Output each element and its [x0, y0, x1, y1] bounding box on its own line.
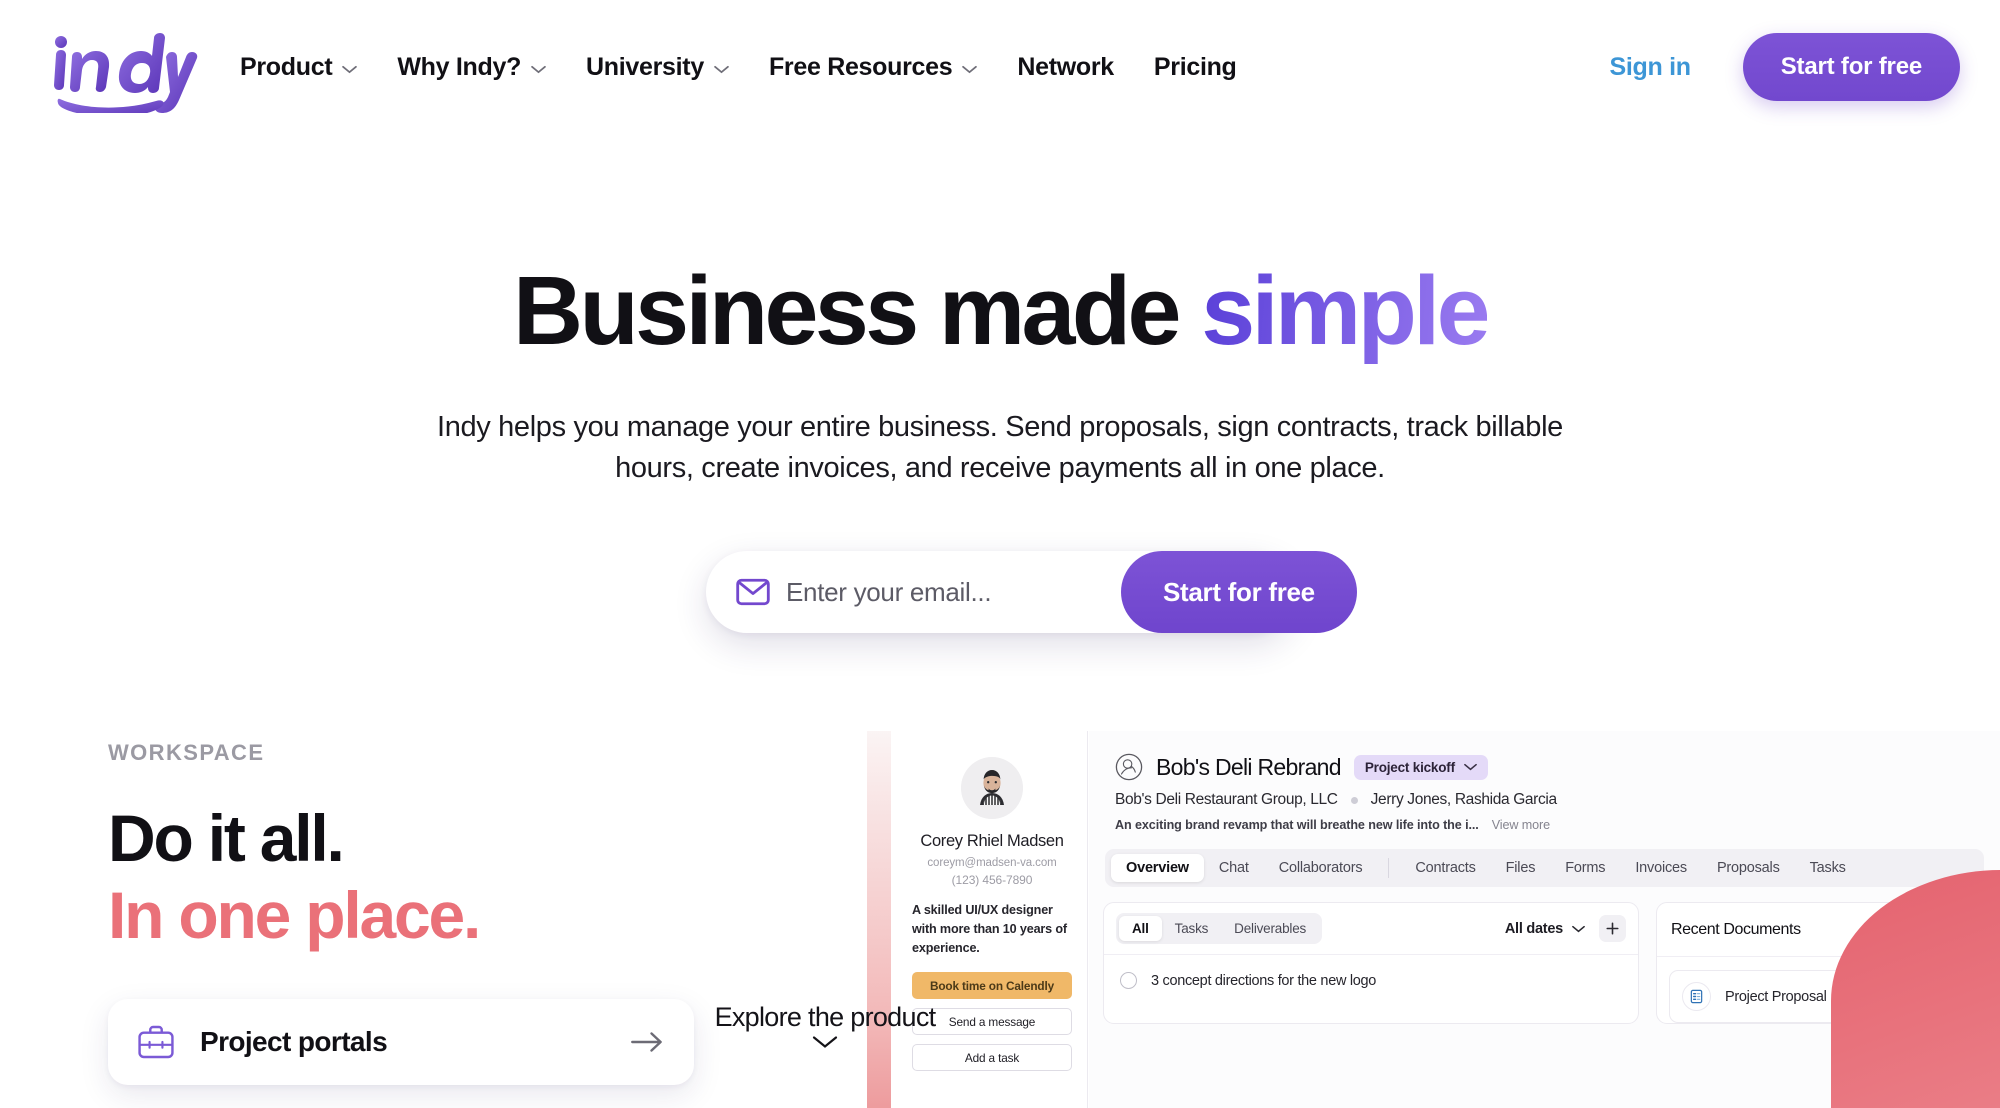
document-glyph-icon	[1690, 989, 1703, 1004]
tab-collaborators[interactable]: Collaborators	[1264, 854, 1378, 882]
product-screenshot-mockup: Corey Rhiel Madsen coreym@madsen-va.com …	[867, 731, 2000, 1108]
workspace-heading: Do it all. In one place.	[108, 800, 748, 953]
book-calendly-button[interactable]: Book time on Calendly	[912, 972, 1072, 1000]
profile-name: Corey Rhiel Madsen	[920, 832, 1064, 850]
project-title: Bob's Deli Rebrand	[1156, 753, 1342, 780]
explore-the-product-label: Explore the product	[714, 1002, 937, 1032]
segment-tasks[interactable]: Tasks	[1162, 916, 1222, 941]
nav-item-label: University	[586, 52, 704, 81]
view-more-link[interactable]: View more	[1492, 818, 1550, 832]
hero-heading: Business made simple	[0, 259, 2000, 363]
plus-icon	[1606, 922, 1619, 935]
nav-item-label: Network	[1017, 52, 1114, 81]
task-checkbox-icon[interactable]	[1120, 972, 1137, 989]
tasks-filter-row: All Tasks Deliverables All dates	[1104, 903, 1638, 955]
profile-bio: A skilled UI/UX designer with more than …	[912, 903, 1067, 956]
chevron-down-icon	[812, 1036, 838, 1048]
tab-invoices[interactable]: Invoices	[1620, 854, 1702, 882]
avatar-illustration	[961, 757, 1023, 819]
profile-phone: (123) 456-7890	[951, 873, 1033, 887]
project-portals-label: Project portals	[200, 1026, 388, 1058]
nav-item-label: Product	[240, 52, 333, 81]
chevron-down-icon	[714, 65, 729, 73]
dot-separator-icon	[1350, 796, 1358, 804]
tab-forms[interactable]: Forms	[1550, 854, 1620, 882]
avatar	[961, 757, 1023, 819]
document-icon	[1682, 982, 1711, 1011]
project-status-label: Project kickoff	[1364, 759, 1455, 775]
task-row[interactable]: 3 concept directions for the new logo	[1104, 955, 1638, 999]
workspace-section: WORKSPACE Do it all. In one place. Proje…	[108, 740, 748, 1086]
briefcase-icon	[138, 1025, 174, 1059]
start-for-free-button[interactable]: Start for free	[1742, 33, 1960, 101]
sign-in-link[interactable]: Sign in	[1610, 53, 1692, 82]
email-signup-form: Start for free	[706, 551, 1357, 634]
nav-item-university[interactable]: University	[586, 53, 729, 82]
project-status-badge[interactable]: Project kickoff	[1353, 754, 1488, 780]
tab-contracts[interactable]: Contracts	[1400, 854, 1490, 882]
explore-the-product-overlay[interactable]: Explore the product	[705, 1002, 945, 1054]
tab-tasks[interactable]: Tasks	[1795, 854, 1861, 882]
chevron-down-icon	[531, 65, 546, 73]
task-label: 3 concept directions for the new logo	[1151, 972, 1377, 989]
tasks-segment-control: All Tasks Deliverables	[1116, 913, 1323, 944]
indy-logo[interactable]	[42, 21, 198, 113]
tab-proposals[interactable]: Proposals	[1702, 854, 1795, 882]
project-description: An exciting brand revamp that will breat…	[1115, 818, 1479, 832]
date-filter-dropdown[interactable]: All dates	[1505, 921, 1585, 937]
hero-heading-plain: Business made	[513, 256, 1202, 365]
workspace-eyebrow: WORKSPACE	[108, 740, 265, 765]
nav-item-product[interactable]: Product	[240, 52, 358, 82]
chevron-down-icon	[1464, 763, 1477, 771]
nav-item-label: Free Resources	[768, 52, 953, 81]
project-subheader: Bob's Deli Restaurant Group, LLC Jerry J…	[1115, 791, 1974, 809]
project-people: Jerry Jones, Rashida Garcia	[1370, 791, 1557, 808]
landing-page: Product Why Indy? University Free Resour…	[0, 0, 2000, 1108]
project-company: Bob's Deli Restaurant Group, LLC	[1115, 791, 1338, 808]
nav-item-why-indy[interactable]: Why Indy?	[397, 53, 546, 82]
date-filter-label: All dates	[1504, 920, 1563, 937]
nav-links: Product Why Indy? University Free Resour…	[240, 53, 1237, 82]
nav-actions: Sign in Start for free	[1610, 33, 1960, 101]
nav-item-pricing[interactable]: Pricing	[1154, 53, 1237, 82]
add-task-icon-button[interactable]	[1599, 915, 1626, 942]
nav-item-label: Pricing	[1153, 52, 1237, 81]
project-portals-card[interactable]: Project portals	[108, 999, 694, 1086]
nav-item-label: Why Indy?	[397, 52, 522, 81]
tab-overview[interactable]: Overview	[1111, 854, 1204, 882]
profile-email: coreym@madsen-va.com	[927, 857, 1057, 869]
segment-all[interactable]: All	[1119, 916, 1162, 941]
chevron-down-icon	[962, 65, 978, 73]
envelope-icon	[736, 578, 770, 606]
chevron-down-icon	[1572, 925, 1585, 932]
segment-deliverables[interactable]: Deliverables	[1221, 916, 1319, 941]
recent-documents-title: Recent Documents	[1671, 920, 1801, 938]
tab-files[interactable]: Files	[1491, 854, 1551, 882]
hero-section: Business made simple Indy helps you mana…	[0, 134, 2000, 634]
hero-submit-button[interactable]: Start for free	[1121, 551, 1357, 634]
tab-divider	[1388, 858, 1390, 878]
workspace-heading-line2: In one place.	[108, 877, 481, 952]
project-description-row: An exciting brand revamp that will breat…	[1115, 818, 1974, 832]
email-input[interactable]	[770, 551, 1121, 634]
nav-item-free-resources[interactable]: Free Resources	[768, 52, 978, 82]
project-avatar-icon	[1115, 753, 1143, 781]
workspace-heading-line1: Do it all.	[108, 801, 345, 875]
arrow-right-icon	[631, 1032, 662, 1052]
nav-item-network[interactable]: Network	[1017, 53, 1114, 82]
tab-chat[interactable]: Chat	[1204, 854, 1264, 882]
document-label: Project Proposal	[1725, 988, 1827, 1005]
hero-subtitle: Indy helps you manage your entire busine…	[437, 410, 1563, 484]
tasks-panel: All Tasks Deliverables All dates 3 conce…	[1103, 902, 1639, 1024]
top-navigation-bar: Product Why Indy? University Free Resour…	[0, 0, 2000, 134]
chevron-down-icon	[342, 65, 358, 73]
hero-heading-highlight: simple	[1201, 256, 1490, 365]
project-header: Bob's Deli Rebrand Project kickoff Bob's…	[1089, 731, 2000, 833]
project-tab-bar: Overview Chat Collaborators Contracts Fi…	[1105, 849, 1984, 887]
